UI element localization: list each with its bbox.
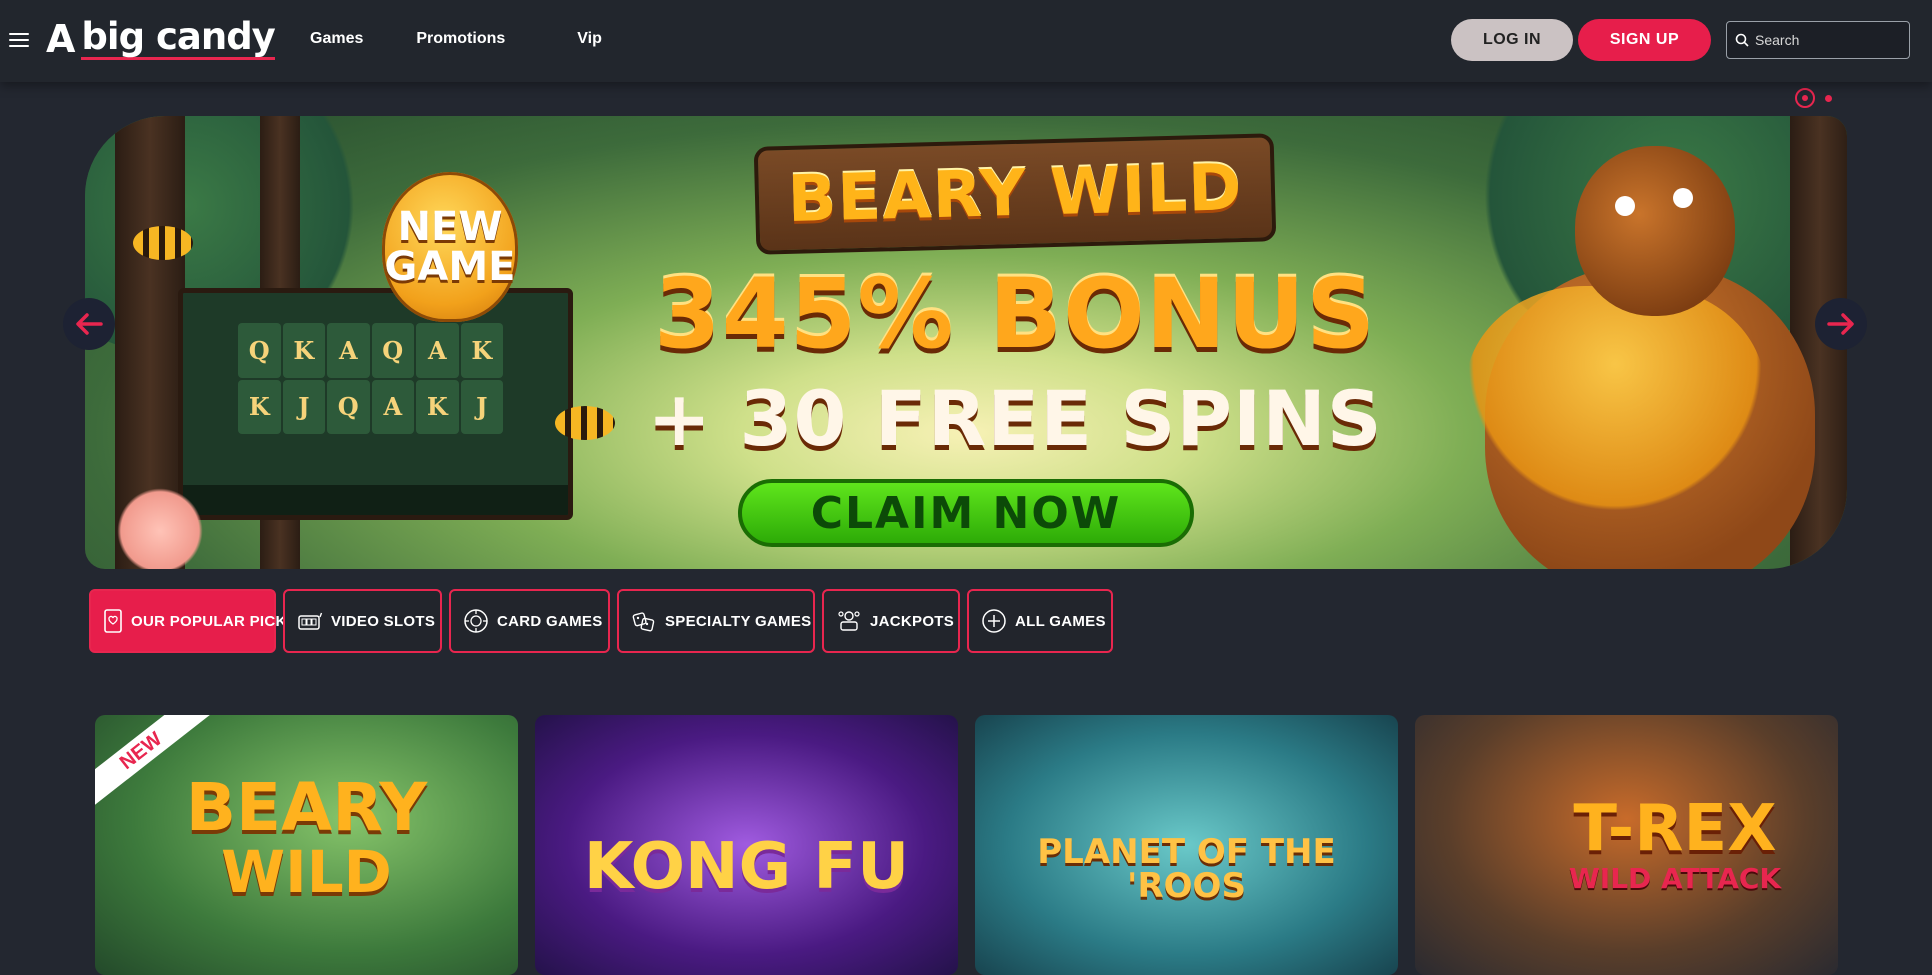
category-tabs: OUR POPULAR PICKS VIDEO SLOTS CARD GAMES… [89,589,1120,653]
tab-jackpots[interactable]: JACKPOTS [822,589,960,653]
main-nav: Games Promotions Vip [310,30,602,48]
slot-symbol: K [460,323,503,378]
game-grid: NEW BEARY WILD KONG FU PLANET OF THE 'RO… [95,715,1855,975]
game-tile-kong-fu[interactable]: KONG FU [535,715,958,975]
logo-mark: A [46,17,76,61]
carousel-dot[interactable] [1825,95,1832,102]
game-tile-beary-wild[interactable]: NEW BEARY WILD [95,715,518,975]
bee-illustration [133,226,193,260]
carousel-next-button[interactable] [1815,298,1867,350]
site-header: A big candy Games Promotions Vip LOG IN … [0,0,1932,82]
hamburger-menu-icon[interactable] [9,31,29,47]
tab-video-slots[interactable]: VIDEO SLOTS [283,589,442,653]
slot-symbol: A [416,323,459,378]
new-game-badge: NEW GAME [382,172,518,322]
specialty-icon [632,612,655,632]
card-games-icon [464,609,488,633]
game-logo-sign: BEARY WILD [753,133,1277,255]
site-logo[interactable]: A big candy [46,15,276,62]
game-title-line2: WILD ATTACK [1568,862,1782,895]
slot-symbol: Q [327,379,370,435]
slot-symbol: K [238,379,281,435]
slot-symbol: Q [371,323,414,378]
game-title: KONG FU [583,830,910,904]
slot-symbol: J [282,379,325,435]
tab-popular-picks[interactable]: OUR POPULAR PICKS [89,589,297,653]
slot-preview-screen: Q K A Q A K K J Q A K J [178,288,573,520]
login-button[interactable]: LOG IN [1451,19,1573,61]
jackpot-icon [838,611,860,631]
slot-control-bar [183,485,568,515]
tab-all-games[interactable]: ALL GAMES [967,589,1113,653]
bee-illustration [555,406,615,440]
nav-vip[interactable]: Vip [577,30,602,48]
slots-icon [298,612,323,630]
tab-label: ALL GAMES [1015,612,1106,630]
tab-label: VIDEO SLOTS [331,612,436,630]
tab-specialty-games[interactable]: SPECIALTY GAMES [617,589,815,653]
nav-promotions[interactable]: Promotions [416,30,505,48]
tab-label: SPECIALTY GAMES [665,612,812,630]
game-tile-t-rex-wild-attack[interactable]: T-REX WILD ATTACK [1415,715,1838,975]
flower-illustration [105,486,215,569]
game-title: T-REX [1573,792,1777,866]
carousel-dot-active[interactable] [1795,88,1815,108]
game-logo-text: BEARY WILD [786,151,1244,237]
game-title: PLANET OF THE 'ROOS [1037,832,1336,906]
bonus-subheadline: + 30 FREE SPINS [647,374,1383,463]
slot-symbol: J [460,379,503,435]
tab-label: CARD GAMES [497,612,603,630]
claim-now-button[interactable]: CLAIM NOW [738,479,1194,547]
search-box[interactable] [1726,21,1910,59]
arrow-left-icon [76,313,103,335]
arrow-right-icon [1827,313,1854,335]
new-game-line2: GAME [384,244,516,290]
new-game-line1: NEW [397,204,503,250]
slot-symbol: A [371,379,414,435]
search-input[interactable] [1755,32,1905,48]
slot-symbol: K [416,379,459,435]
plus-circle-icon [982,609,1006,633]
search-icon [1735,33,1749,47]
carousel-prev-button[interactable] [63,298,115,350]
signup-button[interactable]: SIGN UP [1578,19,1711,61]
nav-games[interactable]: Games [310,30,363,48]
slot-symbol: Q [238,323,281,378]
tab-card-games[interactable]: CARD GAMES [449,589,610,653]
tab-label: OUR POPULAR PICKS [131,612,297,630]
bear-illustration [1445,126,1825,569]
promo-banner[interactable]: Q K A Q A K K J Q A K J NEW GAME BEARY W… [85,116,1847,569]
slot-symbol: A [327,323,370,378]
game-tile-planet-of-the-roos[interactable]: PLANET OF THE 'ROOS [975,715,1398,975]
bonus-headline: 345% BONUS [653,258,1377,370]
logo-text: big candy [81,15,276,60]
game-title: BEARY [185,769,428,846]
slot-symbol: K [282,323,325,378]
tab-label: JACKPOTS [870,612,955,630]
slot-reels: Q K A Q A K K J Q A K J [238,323,503,491]
game-title-line2: WILD [221,838,392,906]
popular-icon [104,609,122,633]
